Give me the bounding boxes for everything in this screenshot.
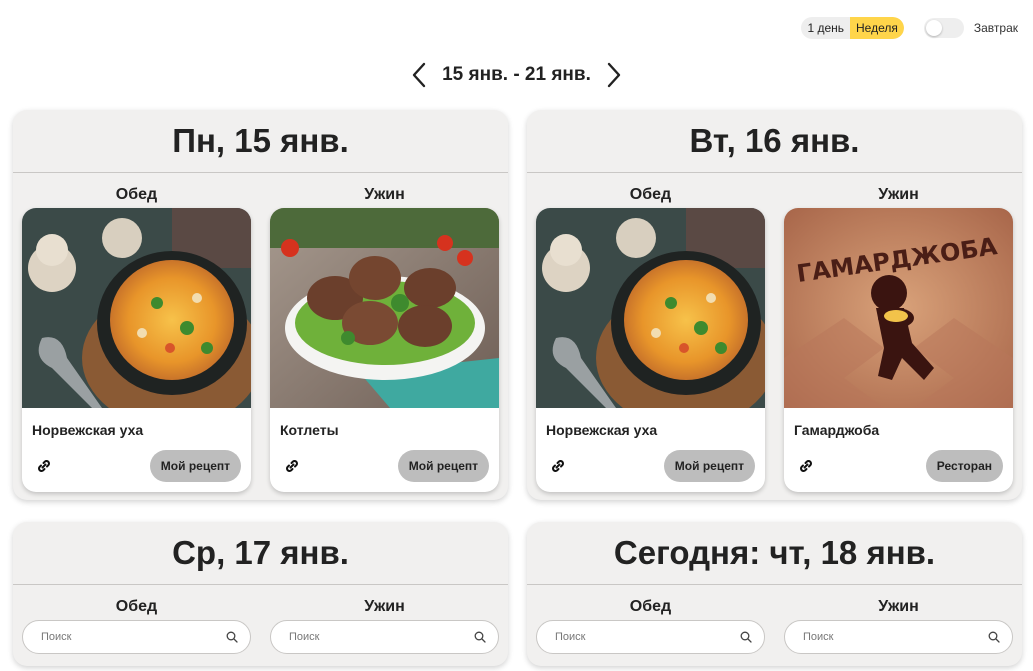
meal-lunch: Обед Норвежская уха Мой рецепт xyxy=(536,173,765,492)
link-icon[interactable] xyxy=(798,458,814,474)
dish-card[interactable]: ГАМАРДЖОБА Гамарджоба Ресторан xyxy=(784,208,1013,492)
chevron-left-icon[interactable] xyxy=(402,58,436,92)
meal-label: Обед xyxy=(629,598,672,615)
search-input[interactable] xyxy=(803,631,973,643)
day-card-thu-today: Сегодня: чт, 18 янв. Обед Ужин xyxy=(527,522,1022,666)
search-input[interactable] xyxy=(41,631,211,643)
meal-label: Ужин xyxy=(364,186,405,203)
recipe-button[interactable]: Мой рецепт xyxy=(397,450,489,482)
view-week-option[interactable]: Неделя xyxy=(850,17,904,39)
breakfast-toggle-label: Завтрак xyxy=(973,21,1018,35)
dish-search xyxy=(536,620,765,654)
dish-search xyxy=(784,620,1013,654)
day-title: Сегодня: чт, 18 янв. xyxy=(527,522,1022,585)
day-title: Пн, 15 янв. xyxy=(13,110,508,173)
dish-image-cutlets xyxy=(270,208,499,408)
dish-name: Котлеты xyxy=(280,422,339,438)
meal-label: Ужин xyxy=(878,598,919,615)
dish-card[interactable]: Котлеты Мой рецепт xyxy=(270,208,499,492)
recipe-button[interactable]: Мой рецепт xyxy=(663,450,755,482)
meal-lunch: Обед Норвежская уха Мой рецепт xyxy=(22,173,251,492)
dish-search xyxy=(22,620,251,654)
dish-card[interactable]: Норвежская уха Мой рецепт xyxy=(536,208,765,492)
dish-image-soup xyxy=(536,208,765,408)
dish-search xyxy=(270,620,499,654)
meal-dinner: Ужин ГАМАРДЖОБА Гамарджоба Ресторан xyxy=(784,173,1013,492)
chevron-right-icon[interactable] xyxy=(597,58,631,92)
day-card-wed: Ср, 17 янв. Обед Ужин xyxy=(13,522,508,666)
search-icon[interactable] xyxy=(474,631,486,643)
meal-dinner: Ужин xyxy=(784,585,1013,654)
view-day-option[interactable]: 1 день xyxy=(801,17,850,39)
top-controls: 1 день Неделя Завтрак xyxy=(801,17,1018,39)
meal-lunch: Обед xyxy=(22,585,251,654)
meal-label: Ужин xyxy=(878,186,919,203)
restaurant-button[interactable]: Ресторан xyxy=(925,450,1003,482)
dish-image-soup xyxy=(22,208,251,408)
search-icon[interactable] xyxy=(226,631,238,643)
day-title: Вт, 16 янв. xyxy=(527,110,1022,173)
link-icon[interactable] xyxy=(550,458,566,474)
breakfast-toggle[interactable] xyxy=(923,18,964,38)
week-navigation: 15 янв. - 21 янв. xyxy=(0,58,1033,92)
week-range: 15 янв. - 21 янв. xyxy=(442,64,591,85)
meal-lunch: Обед xyxy=(536,585,765,654)
meal-label: Ужин xyxy=(364,598,405,615)
recipe-button[interactable]: Мой рецепт xyxy=(149,450,241,482)
view-switch: 1 день Неделя xyxy=(801,17,904,39)
dish-name: Гамарджоба xyxy=(794,422,880,438)
day-title: Ср, 17 янв. xyxy=(13,522,508,585)
day-card-tue: Вт, 16 янв. Обед Норвежская уха Мой реце… xyxy=(527,110,1022,500)
meal-dinner: Ужин xyxy=(270,585,499,654)
day-card-mon: Пн, 15 янв. Обед Норвежская уха Мой реце… xyxy=(13,110,508,500)
link-icon[interactable] xyxy=(36,458,52,474)
dish-name: Норвежская уха xyxy=(546,422,658,438)
link-icon[interactable] xyxy=(284,458,300,474)
meal-label: Обед xyxy=(115,598,158,615)
meal-dinner: Ужин Котлеты Мой рецепт xyxy=(270,173,499,492)
search-icon[interactable] xyxy=(988,631,1000,643)
dish-card[interactable]: Норвежская уха Мой рецепт xyxy=(22,208,251,492)
dish-name: Норвежская уха xyxy=(32,422,144,438)
meal-label: Обед xyxy=(115,186,158,203)
search-icon[interactable] xyxy=(740,631,752,643)
search-input[interactable] xyxy=(289,631,459,643)
search-input[interactable] xyxy=(555,631,725,643)
toggle-knob xyxy=(925,20,942,36)
restaurant-logo-image: ГАМАРДЖОБА xyxy=(784,208,1013,408)
meal-label: Обед xyxy=(629,186,672,203)
